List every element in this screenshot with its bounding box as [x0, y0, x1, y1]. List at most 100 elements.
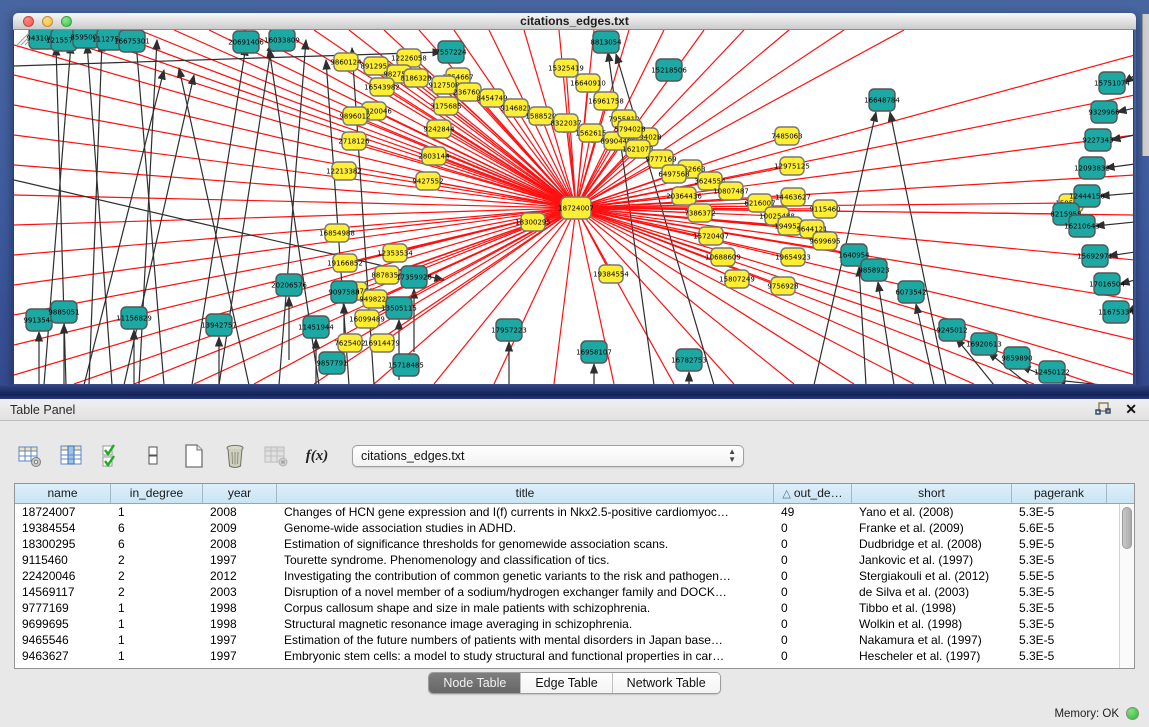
table-cell[interactable]: 1998 [203, 600, 277, 616]
table-cell[interactable]: 0 [774, 536, 852, 552]
network-node[interactable]: 3175685 [430, 97, 461, 115]
node-table[interactable]: namein_degreeyeartitle△out_de…shortpager… [14, 483, 1135, 669]
network-node[interactable]: 9227343 [1082, 129, 1113, 151]
table-row[interactable]: 969969511998Structural magnetic resonanc… [15, 616, 1134, 632]
table-row[interactable]: 977716911998Corpus callosum shape and si… [15, 600, 1134, 616]
table-row[interactable]: 946362711997Embryonic stem cells: a mode… [15, 648, 1134, 664]
network-node[interactable]: 15692971 [1077, 245, 1113, 267]
tab-edge-table[interactable]: Edge Table [521, 673, 612, 693]
network-node[interactable]: 9699695 [809, 232, 840, 250]
column-header-out_de[interactable]: △out_de… [774, 484, 852, 503]
table-cell[interactable]: 2012 [203, 568, 277, 584]
table-cell[interactable]: 1997 [203, 632, 277, 648]
table-cell[interactable]: 5.6E-5 [1012, 520, 1107, 536]
zoom-window-icon[interactable] [61, 16, 72, 27]
column-header-title[interactable]: title [277, 484, 774, 503]
table-cell[interactable]: 2 [111, 584, 203, 600]
network-node[interactable]: 20206576 [271, 274, 307, 296]
network-node[interactable]: 12093832 [1074, 157, 1110, 179]
network-node[interactable]: 5794028 [614, 120, 645, 138]
table-cell[interactable]: 5.3E-5 [1012, 648, 1107, 664]
network-node[interactable]: 16210643 [1064, 215, 1100, 237]
table-cell[interactable]: 5.3E-5 [1012, 632, 1107, 648]
table-cell[interactable]: Genome-wide association studies in ADHD. [277, 520, 774, 536]
network-node[interactable]: 9097588 [328, 281, 359, 303]
table-cell[interactable]: 9465546 [15, 632, 111, 648]
column-header-in_degree[interactable]: in_degree [111, 484, 203, 503]
column-header-year[interactable]: year [203, 484, 277, 503]
network-node[interactable]: 9242844 [423, 120, 455, 138]
table-cell[interactable]: 18300295 [15, 536, 111, 552]
network-node[interactable]: 7386372 [684, 204, 715, 222]
table-cell[interactable]: 1997 [203, 552, 277, 568]
network-node[interactable]: 16920613 [966, 333, 1002, 355]
network-node[interactable]: 12213382 [326, 162, 362, 180]
table-cell[interactable]: 1 [111, 600, 203, 616]
table-cell[interactable]: 49 [774, 504, 852, 520]
table-source-dropdown[interactable]: citations_edges.txt ▲▼ [352, 445, 744, 467]
network-node[interactable]: 15751074 [1094, 72, 1130, 94]
table-row[interactable]: 946554611997Estimation of the future num… [15, 632, 1134, 648]
table-cell[interactable]: 2003 [203, 584, 277, 600]
table-cell[interactable]: 14569117 [15, 584, 111, 600]
network-node[interactable]: 9115460 [809, 200, 840, 218]
table-row[interactable]: 1938455462009Genome-wide association stu… [15, 520, 1134, 536]
rows-icon[interactable] [139, 442, 167, 470]
table-scrollbar[interactable] [1119, 504, 1134, 668]
table-row[interactable]: 1872400712008Changes of HCN gene express… [15, 504, 1134, 520]
table-cell[interactable]: 6 [111, 520, 203, 536]
table-cell[interactable]: 2 [111, 568, 203, 584]
table-cell[interactable]: 1 [111, 504, 203, 520]
network-node[interactable]: 6497568 [658, 165, 689, 183]
network-node[interactable]: 8813054 [590, 31, 622, 53]
network-node[interactable]: 16648784 [864, 89, 900, 111]
network-canvas[interactable]: 9860124122260588912954982750881863281654… [13, 30, 1134, 384]
network-node[interactable]: 11156829 [116, 307, 152, 329]
table-cell[interactable]: Embryonic stem cells: a model to study s… [277, 648, 774, 664]
table-cell[interactable]: 0 [774, 520, 852, 536]
network-node[interactable]: 9859890 [1001, 347, 1032, 369]
network-node[interactable]: 16958107 [576, 341, 612, 363]
table-row[interactable]: 1456911722003Disruption of a novel membe… [15, 584, 1134, 600]
table-cell[interactable]: 2 [111, 552, 203, 568]
network-node[interactable]: 9858923 [858, 259, 889, 281]
network-node[interactable]: 2803144 [418, 147, 450, 165]
table-cell[interactable]: 1997 [203, 648, 277, 664]
table-cell[interactable]: Changes of HCN gene expression and I(f) … [277, 504, 774, 520]
network-node[interactable]: 9427552 [412, 172, 443, 190]
table-cell[interactable]: 0 [774, 584, 852, 600]
table-cell[interactable]: Estimation of the future numbers of pati… [277, 632, 774, 648]
column-header-pagerank[interactable]: pagerank [1012, 484, 1107, 503]
network-node[interactable]: 9245012 [936, 319, 967, 341]
table-cell[interactable]: 1 [111, 616, 203, 632]
table-cell[interactable]: 0 [774, 648, 852, 664]
table-cell[interactable]: de Silva et al. (2003) [852, 584, 1012, 600]
function-builder-icon[interactable]: f(x) [303, 442, 331, 470]
network-node[interactable]: 19654923 [775, 248, 811, 266]
network-node[interactable]: 16961758 [588, 92, 624, 110]
table-cell[interactable]: 0 [774, 600, 852, 616]
network-node[interactable]: 16914479 [364, 334, 400, 352]
table-cell[interactable]: 5.5E-5 [1012, 568, 1107, 584]
network-node[interactable]: 13942757 [201, 314, 237, 336]
table-cell[interactable]: 6 [111, 536, 203, 552]
column-header-short[interactable]: short [852, 484, 1012, 503]
table-cell[interactable]: Estimation of significance thresholds fo… [277, 536, 774, 552]
tab-node-table[interactable]: Node Table [429, 673, 521, 693]
network-view-window[interactable]: citations_edges.txt 98601241222605889129… [13, 13, 1136, 385]
close-panel-icon[interactable]: ✕ [1125, 402, 1137, 416]
table-cell[interactable]: 5.3E-5 [1012, 552, 1107, 568]
table-row[interactable]: 2242004622012Investigating the contribut… [15, 568, 1134, 584]
table-cell[interactable]: Yano et al. (2008) [852, 504, 1012, 520]
table-cell[interactable]: Jankovic et al. (1997) [852, 552, 1012, 568]
network-node[interactable]: 9885051 [48, 301, 79, 323]
tab-network-table[interactable]: Network Table [613, 673, 720, 693]
network-node[interactable]: 11451944 [298, 316, 334, 338]
close-window-icon[interactable] [23, 16, 34, 27]
network-node[interactable]: 17016504 [1089, 273, 1125, 295]
table-cell[interactable]: Investigating the contribution of common… [277, 568, 774, 584]
column-header-name[interactable]: name [15, 484, 111, 503]
network-node[interactable]: 17359928 [396, 266, 432, 288]
column-edit-icon[interactable] [57, 442, 85, 470]
table-settings-icon[interactable] [16, 442, 44, 470]
